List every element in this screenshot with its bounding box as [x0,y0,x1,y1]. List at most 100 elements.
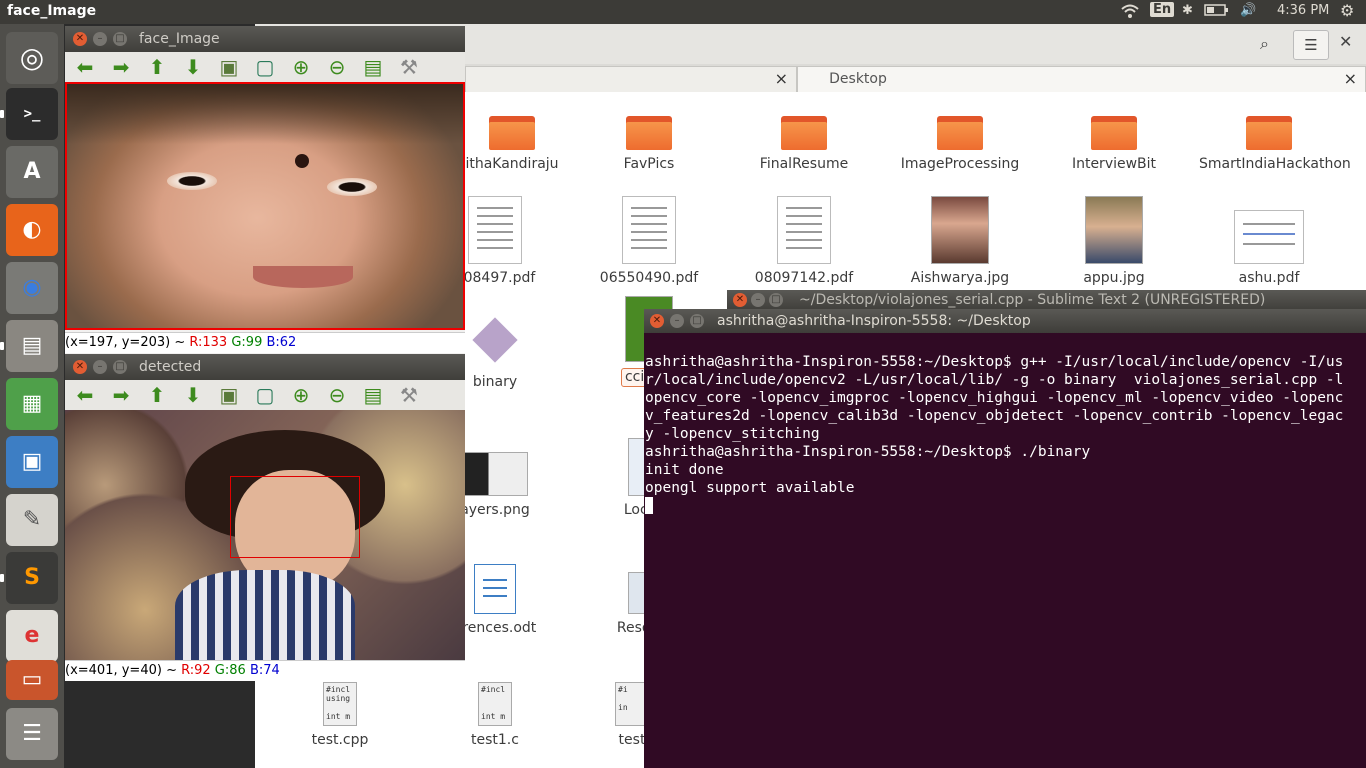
minimize-button[interactable]: – [93,32,107,46]
close-icon[interactable]: ✕ [1339,32,1352,51]
terminal-launcher[interactable]: >_ [0,88,58,140]
zoom-window-icon[interactable]: ▢ [253,55,277,79]
detected-image-canvas[interactable] [65,410,465,660]
pdf-item[interactable]: 06550490.pdf [584,196,714,287]
properties-icon[interactable]: ⚒ [397,383,421,407]
ubuntu-dash-button[interactable]: ◎ [6,32,58,84]
detected-window[interactable]: ✕ – □ detected ⬅ ➡ ⬆ ⬇ ▣ ▢ ⊕ ⊖ ▤ ⚒ (x=40… [65,354,465,681]
tab-close-button[interactable]: × [775,69,788,88]
pixel-status-bar: (x=401, y=40) ~ R:92 G:86 B:74 [65,660,465,681]
presentation-launcher[interactable]: ▭ [6,660,58,700]
pan-left-icon[interactable]: ⬅ [73,383,97,407]
zoom-in-icon[interactable]: ⊕ [289,383,313,407]
text-editor-launcher[interactable]: ✎ [6,494,58,546]
green-value: G:99 [231,335,263,350]
document-viewer-launcher[interactable]: e [6,610,58,662]
menu-icon[interactable]: ☰ [1293,30,1329,60]
close-button[interactable]: ✕ [733,293,747,307]
folder-item[interactable]: ImageProcessing [895,112,1025,173]
launcher: ◎ >_ A ◐ ◉ ▤ ▦ ▣ ✎ S e ▭ ☰ [0,24,64,768]
save-icon[interactable]: ▤ [361,383,385,407]
clock[interactable]: 4:36 PM [1277,3,1329,18]
save-icon[interactable]: ▤ [361,55,385,79]
maximize-button[interactable]: □ [113,32,127,46]
properties-icon[interactable]: ⚒ [397,55,421,79]
calc-launcher[interactable]: ▦ [6,378,58,430]
close-button[interactable]: ✕ [650,314,664,328]
impress-launcher[interactable]: ▣ [6,436,58,488]
search-icon[interactable]: ⌕ [1260,34,1269,54]
image-item[interactable]: appu.jpg [1049,196,1179,287]
zoom-fit-icon[interactable]: ▣ [217,383,241,407]
cursor-coordinates: (x=197, y=203) ~ [65,335,190,350]
close-button[interactable]: ✕ [73,360,87,374]
bluetooth-icon[interactable]: ✱ [1182,3,1193,18]
battery-icon[interactable] [1204,3,1230,21]
sublime-window-titlebar[interactable]: ✕ – □ ~/Desktop/violajones_serial.cpp - … [727,290,1366,310]
source-item[interactable]: #incl int m test1.c [430,682,560,749]
pan-right-icon[interactable]: ➡ [109,383,133,407]
tab-label: Desktop [829,71,887,87]
tab-desktop[interactable]: Desktop × [797,66,1366,92]
minimize-button[interactable]: – [93,360,107,374]
folder-item[interactable]: SmartIndiaHackathon [1199,112,1351,173]
folder-item[interactable]: ithaKandiraju [447,112,577,173]
terminal-window[interactable]: ✕ – □ ashritha@ashritha-Inspiron-5558: ~… [644,309,1366,768]
close-button[interactable]: ✕ [73,32,87,46]
maximize-button[interactable]: □ [690,314,704,328]
folder-icon [489,112,535,150]
green-value: G:86 [214,663,246,678]
zoom-fit-icon[interactable]: ▣ [217,55,241,79]
keyboard-layout-indicator[interactable]: En [1150,2,1175,17]
item-label: FinalResume [759,156,849,172]
pan-up-icon[interactable]: ⬆ [145,55,169,79]
tab-close-button[interactable]: × [1344,69,1357,88]
item-label: InterviewBit [1071,156,1157,172]
pan-down-icon[interactable]: ⬇ [181,383,205,407]
window-titlebar[interactable]: ✕ – □ face_Image [65,26,465,52]
zoom-out-icon[interactable]: ⊖ [325,383,349,407]
face-detection-box [230,476,360,558]
item-label: ImageProcessing [900,156,1020,172]
minimize-button[interactable]: – [751,293,765,307]
folder-item[interactable]: FinalResume [739,112,869,173]
source-item[interactable]: #incl using int m test.cpp [275,682,405,749]
terminal-output[interactable]: ashritha@ashritha-Inspiron-5558:~/Deskto… [645,335,1365,551]
window-titlebar[interactable]: ✕ – □ detected [65,354,465,380]
folder-item[interactable]: FavPics [584,112,714,173]
striped-dress [175,570,355,660]
volume-icon[interactable]: 🔊 [1240,3,1256,18]
face-image-canvas[interactable] [65,82,465,330]
pan-down-icon[interactable]: ⬇ [181,55,205,79]
pdf-item[interactable]: 08097142.pdf [739,196,869,287]
terminal-titlebar[interactable]: ✕ – □ ashritha@ashritha-Inspiron-5558: ~… [644,309,1366,333]
folder-item[interactable]: InterviewBit [1049,112,1179,173]
pan-up-icon[interactable]: ⬆ [145,383,169,407]
pan-right-icon[interactable]: ➡ [109,55,133,79]
running-indicator [0,342,4,350]
files-launcher[interactable]: ▤ [0,320,58,372]
gear-icon[interactable]: ⚙ [1340,1,1354,20]
tab-1[interactable]: × [465,66,797,92]
sublime-launcher[interactable]: S [0,552,58,604]
trash-launcher[interactable]: ☰ [6,708,58,760]
image-item[interactable]: Aishwarya.jpg [895,196,1025,287]
item-label: SmartIndiaHackathon [1199,156,1351,172]
wifi-icon[interactable] [1120,3,1140,23]
maximize-button[interactable]: □ [769,293,783,307]
files-icon: ▤ [21,333,43,358]
folder-icon [1246,112,1292,150]
chrome-launcher[interactable]: ◉ [6,262,58,314]
maximize-button[interactable]: □ [113,360,127,374]
face-image-window[interactable]: ✕ – □ face_Image ⬅ ➡ ⬆ ⬇ ▣ ▢ ⊕ ⊖ ▤ ⚒ (x=… [65,26,465,354]
software-updater-launcher[interactable]: A [6,146,58,198]
minimize-button[interactable]: – [670,314,684,328]
pdf-item[interactable]: ashu.pdf [1204,210,1334,287]
firefox-launcher[interactable]: ◐ [6,204,58,256]
pdf-thumbnail-icon [1234,210,1304,264]
zoom-in-icon[interactable]: ⊕ [289,55,313,79]
zoom-out-icon[interactable]: ⊖ [325,55,349,79]
pan-left-icon[interactable]: ⬅ [73,55,97,79]
zoom-window-icon[interactable]: ▢ [253,383,277,407]
pdf-thumbnail-icon [622,196,676,264]
